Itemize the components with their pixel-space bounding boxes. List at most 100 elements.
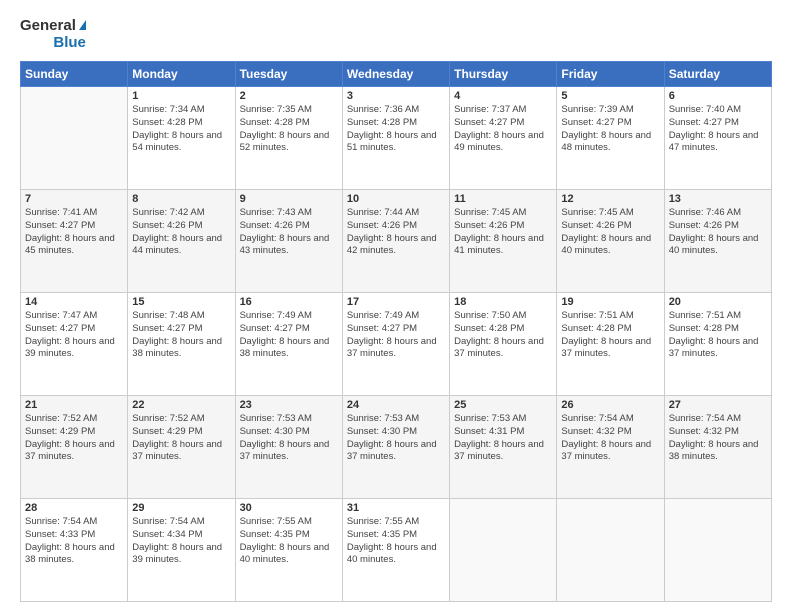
calendar-cell: 17 Sunrise: 7:49 AMSunset: 4:27 PMDayligh…	[342, 293, 449, 396]
calendar-cell: 12 Sunrise: 7:45 AMSunset: 4:26 PMDayligh…	[557, 190, 664, 293]
day-info: Sunrise: 7:55 AMSunset: 4:35 PMDaylight:…	[240, 516, 338, 567]
day-info: Sunrise: 7:35 AMSunset: 4:28 PMDaylight:…	[240, 104, 338, 155]
weekday-header: Tuesday	[235, 62, 342, 87]
day-info: Sunrise: 7:37 AMSunset: 4:27 PMDaylight:…	[454, 104, 552, 155]
calendar-cell: 4 Sunrise: 7:37 AMSunset: 4:27 PMDaylight…	[450, 87, 557, 190]
calendar-cell: 30Sunrise: 7:55 AMSunset: 4:35 PMDayligh…	[235, 499, 342, 602]
calendar-week-row: 21 Sunrise: 7:52 AMSunset: 4:29 PMDayligh…	[21, 396, 772, 499]
calendar-cell: 20Sunrise: 7:51 AMSunset: 4:28 PMDayligh…	[664, 293, 771, 396]
day-info: Sunrise: 7:49 AMSunset: 4:27 PMDaylight:…	[240, 310, 338, 361]
weekday-header: Sunday	[21, 62, 128, 87]
day-number: 15	[132, 296, 230, 308]
day-number: 7	[25, 193, 123, 205]
day-info: Sunrise: 7:52 AMSunset: 4:29 PMDaylight:…	[132, 413, 230, 464]
calendar-cell	[450, 499, 557, 602]
day-number: 16	[240, 296, 338, 308]
day-number: 21	[25, 399, 123, 411]
day-info: Sunrise: 7:53 AMSunset: 4:30 PMDaylight:…	[347, 413, 445, 464]
day-info: Sunrise: 7:51 AMSunset: 4:28 PMDaylight:…	[669, 310, 767, 361]
calendar-table: SundayMondayTuesdayWednesdayThursdayFrid…	[20, 61, 772, 602]
day-number: 10	[347, 193, 445, 205]
weekday-header: Monday	[128, 62, 235, 87]
day-info: Sunrise: 7:50 AMSunset: 4:28 PMDaylight:…	[454, 310, 552, 361]
calendar-cell: 2 Sunrise: 7:35 AMSunset: 4:28 PMDaylight…	[235, 87, 342, 190]
day-info: Sunrise: 7:53 AMSunset: 4:30 PMDaylight:…	[240, 413, 338, 464]
day-number: 4	[454, 90, 552, 102]
day-info: Sunrise: 7:40 AMSunset: 4:27 PMDaylight:…	[669, 104, 767, 155]
day-info: Sunrise: 7:54 AMSunset: 4:33 PMDaylight:…	[25, 516, 123, 567]
day-info: Sunrise: 7:54 AMSunset: 4:32 PMDaylight:…	[669, 413, 767, 464]
day-info: Sunrise: 7:53 AMSunset: 4:31 PMDaylight:…	[454, 413, 552, 464]
day-info: Sunrise: 7:43 AMSunset: 4:26 PMDaylight:…	[240, 207, 338, 258]
day-info: Sunrise: 7:41 AMSunset: 4:27 PMDaylight:…	[25, 207, 123, 258]
day-number: 11	[454, 193, 552, 205]
day-number: 2	[240, 90, 338, 102]
weekday-header: Thursday	[450, 62, 557, 87]
day-number: 1	[132, 90, 230, 102]
calendar-cell: 23Sunrise: 7:53 AMSunset: 4:30 PMDayligh…	[235, 396, 342, 499]
day-info: Sunrise: 7:54 AMSunset: 4:32 PMDaylight:…	[561, 413, 659, 464]
calendar-cell: 7 Sunrise: 7:41 AMSunset: 4:27 PMDaylight…	[21, 190, 128, 293]
calendar-header-row: SundayMondayTuesdayWednesdayThursdayFrid…	[21, 62, 772, 87]
day-info: Sunrise: 7:39 AMSunset: 4:27 PMDaylight:…	[561, 104, 659, 155]
day-number: 13	[669, 193, 767, 205]
day-info: Sunrise: 7:47 AMSunset: 4:27 PMDaylight:…	[25, 310, 123, 361]
calendar-cell: 21 Sunrise: 7:52 AMSunset: 4:29 PMDayligh…	[21, 396, 128, 499]
day-number: 25	[454, 399, 552, 411]
calendar-week-row: 1 Sunrise: 7:34 AMSunset: 4:28 PMDaylight…	[21, 87, 772, 190]
calendar-cell: 10 Sunrise: 7:44 AMSunset: 4:26 PMDayligh…	[342, 190, 449, 293]
day-info: Sunrise: 7:52 AMSunset: 4:29 PMDaylight:…	[25, 413, 123, 464]
calendar-cell: 14 Sunrise: 7:47 AMSunset: 4:27 PMDayligh…	[21, 293, 128, 396]
calendar-cell	[557, 499, 664, 602]
day-number: 22	[132, 399, 230, 411]
day-info: Sunrise: 7:45 AMSunset: 4:26 PMDaylight:…	[454, 207, 552, 258]
calendar-cell: 11 Sunrise: 7:45 AMSunset: 4:26 PMDayligh…	[450, 190, 557, 293]
calendar-cell: 26 Sunrise: 7:54 AMSunset: 4:32 PMDayligh…	[557, 396, 664, 499]
day-number: 8	[132, 193, 230, 205]
calendar-cell: 28 Sunrise: 7:54 AMSunset: 4:33 PMDayligh…	[21, 499, 128, 602]
day-number: 28	[25, 502, 123, 514]
day-number: 17	[347, 296, 445, 308]
day-info: Sunrise: 7:55 AMSunset: 4:35 PMDaylight:…	[347, 516, 445, 567]
calendar-cell: 25 Sunrise: 7:53 AMSunset: 4:31 PMDayligh…	[450, 396, 557, 499]
day-info: Sunrise: 7:45 AMSunset: 4:26 PMDaylight:…	[561, 207, 659, 258]
calendar-cell	[664, 499, 771, 602]
day-number: 5	[561, 90, 659, 102]
calendar-cell: 29 Sunrise: 7:54 AMSunset: 4:34 PMDayligh…	[128, 499, 235, 602]
day-number: 14	[25, 296, 123, 308]
day-info: Sunrise: 7:54 AMSunset: 4:34 PMDaylight:…	[132, 516, 230, 567]
logo-text-blue: Blue	[53, 35, 86, 52]
weekday-header: Wednesday	[342, 62, 449, 87]
calendar-cell: 5 Sunrise: 7:39 AMSunset: 4:27 PMDaylight…	[557, 87, 664, 190]
day-info: Sunrise: 7:49 AMSunset: 4:27 PMDaylight:…	[347, 310, 445, 361]
day-info: Sunrise: 7:51 AMSunset: 4:28 PMDaylight:…	[561, 310, 659, 361]
calendar-cell: 6Sunrise: 7:40 AMSunset: 4:27 PMDaylight…	[664, 87, 771, 190]
calendar-cell: 3Sunrise: 7:36 AMSunset: 4:28 PMDaylight…	[342, 87, 449, 190]
day-number: 12	[561, 193, 659, 205]
day-number: 18	[454, 296, 552, 308]
calendar-cell: 1 Sunrise: 7:34 AMSunset: 4:28 PMDaylight…	[128, 87, 235, 190]
calendar-cell: 18 Sunrise: 7:50 AMSunset: 4:28 PMDayligh…	[450, 293, 557, 396]
day-info: Sunrise: 7:42 AMSunset: 4:26 PMDaylight:…	[132, 207, 230, 258]
weekday-header: Friday	[557, 62, 664, 87]
day-number: 26	[561, 399, 659, 411]
calendar-cell: 24Sunrise: 7:53 AMSunset: 4:30 PMDayligh…	[342, 396, 449, 499]
day-info: Sunrise: 7:34 AMSunset: 4:28 PMDaylight:…	[132, 104, 230, 155]
calendar-cell: 19Sunrise: 7:51 AMSunset: 4:28 PMDayligh…	[557, 293, 664, 396]
calendar-cell: 8 Sunrise: 7:42 AMSunset: 4:26 PMDaylight…	[128, 190, 235, 293]
day-number: 9	[240, 193, 338, 205]
logo: General Blue	[20, 18, 86, 51]
weekday-header: Saturday	[664, 62, 771, 87]
day-number: 31	[347, 502, 445, 514]
calendar-cell: 16 Sunrise: 7:49 AMSunset: 4:27 PMDayligh…	[235, 293, 342, 396]
calendar-week-row: 7 Sunrise: 7:41 AMSunset: 4:27 PMDaylight…	[21, 190, 772, 293]
calendar-cell: 31 Sunrise: 7:55 AMSunset: 4:35 PMDayligh…	[342, 499, 449, 602]
header: General Blue	[20, 18, 772, 51]
calendar-week-row: 28 Sunrise: 7:54 AMSunset: 4:33 PMDayligh…	[21, 499, 772, 602]
day-number: 29	[132, 502, 230, 514]
logo-text-general: General	[20, 18, 76, 35]
calendar-cell: 9 Sunrise: 7:43 AMSunset: 4:26 PMDaylight…	[235, 190, 342, 293]
day-info: Sunrise: 7:44 AMSunset: 4:26 PMDaylight:…	[347, 207, 445, 258]
calendar-cell: 15Sunrise: 7:48 AMSunset: 4:27 PMDayligh…	[128, 293, 235, 396]
calendar-cell	[21, 87, 128, 190]
